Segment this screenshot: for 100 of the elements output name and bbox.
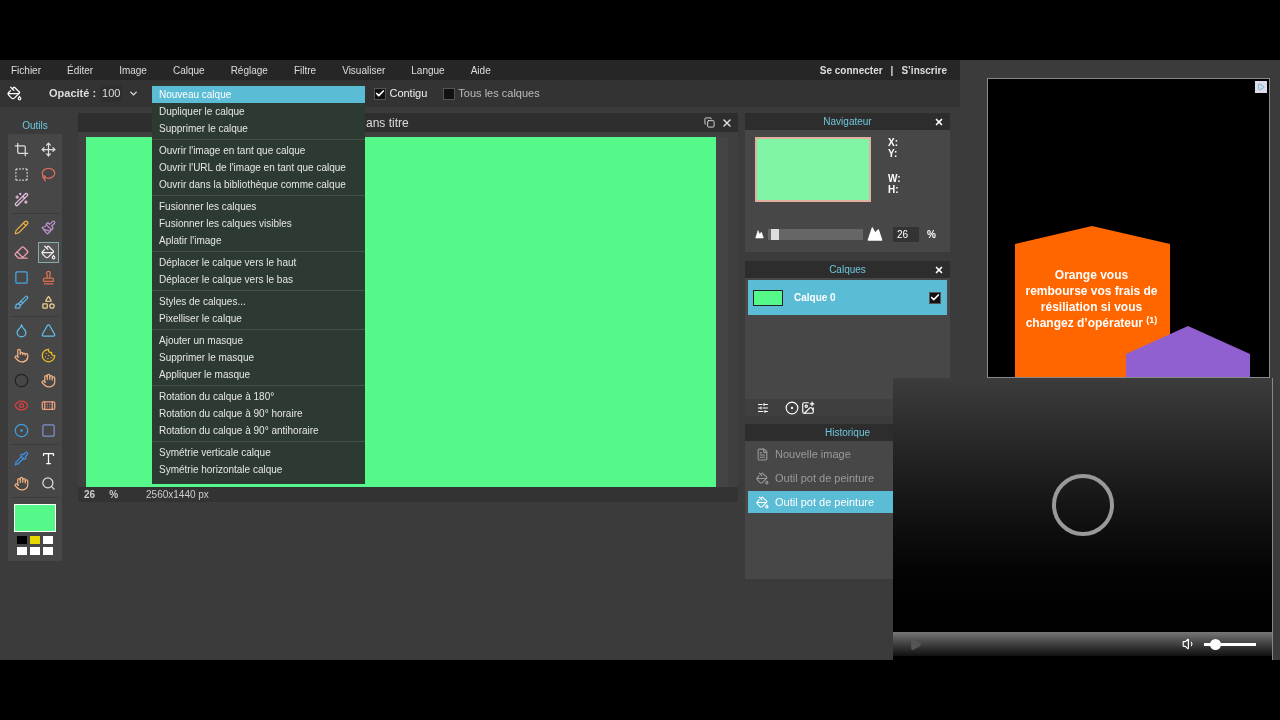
menu-option[interactable]: Aplatir l'image [152, 232, 365, 249]
checkbox[interactable] [929, 291, 941, 304]
foreground-color-swatch[interactable] [14, 504, 56, 532]
menu-item[interactable]: Visualiser [342, 62, 386, 78]
tool-button[interactable] [38, 242, 59, 263]
menu-option[interactable]: Supprimer le masque [152, 349, 365, 366]
brush-icon [41, 220, 56, 235]
option-label: Tous les calques [458, 86, 540, 102]
new-layer-icon[interactable] [801, 400, 815, 415]
checkbox[interactable] [443, 87, 456, 100]
color-swatch[interactable] [17, 547, 27, 555]
move-icon [41, 142, 56, 157]
menu-option[interactable]: Rotation du calque à 90° antihoraire [152, 422, 365, 439]
menu-option[interactable]: Symétrie verticale calque [152, 444, 365, 461]
menu-option[interactable]: Dupliquer le calque [152, 103, 365, 120]
check-icon [930, 292, 940, 303]
menu-option[interactable]: Fusionner les calques visibles [152, 215, 365, 232]
paint-bucket-icon [41, 245, 56, 260]
zoom-unit: % [109, 488, 119, 502]
opacity-field[interactable]: 100 [100, 85, 123, 102]
menu-option[interactable]: Styles de calques... [152, 293, 365, 310]
menu-option[interactable]: Pixelliser le calque [152, 310, 365, 327]
layer-thumbnail [753, 289, 783, 306]
menu-item[interactable]: Fichier [11, 62, 41, 78]
menu-option[interactable]: Rotation du calque à 90° horaire [152, 405, 365, 422]
blur-icon [14, 323, 29, 338]
menu-option[interactable]: Ouvrir dans la bibliothèque comme calque [152, 176, 365, 193]
slider-thumb[interactable] [1210, 638, 1222, 650]
crop-icon [14, 142, 29, 157]
close-icon[interactable] [934, 264, 944, 275]
history-label: Nouvelle image [775, 446, 851, 462]
menu-option[interactable]: Déplacer le calque vers le haut [152, 254, 365, 271]
coordinate-label: Y: [888, 148, 899, 159]
zoom-out-icon[interactable] [755, 229, 764, 239]
image-size: 2560x1440 px [146, 488, 209, 502]
separator-text: | [890, 63, 894, 78]
paint-bucket-icon [756, 471, 769, 485]
option-label: Contigu [389, 86, 428, 102]
zoom-icon [41, 476, 56, 491]
lasso-icon [41, 167, 56, 182]
color-swatch[interactable] [17, 536, 27, 544]
history-label: Outil pot de peinture [775, 470, 875, 486]
color-swatch[interactable] [43, 547, 53, 555]
paint-bucket-icon [756, 495, 769, 509]
menu-item[interactable]: Réglage [230, 62, 268, 78]
coordinate-label: W: [888, 173, 901, 184]
zoom-unit: % [927, 227, 936, 242]
restore-icon[interactable] [704, 117, 715, 128]
panel-title: Navigateur [823, 115, 872, 129]
panel-title: Outils [21, 119, 49, 133]
menu-item[interactable]: Langue [411, 62, 445, 78]
hand-icon [14, 476, 29, 491]
check-icon [375, 88, 386, 99]
panel-title: Historique [825, 426, 870, 440]
dropdown-caret-icon[interactable] [128, 88, 140, 99]
menu-option[interactable]: Symétrie horizontale calque [152, 461, 365, 478]
menu-option[interactable]: Appliquer le masque [152, 366, 365, 383]
marquee-icon [14, 167, 29, 182]
menu-option[interactable]: Supprimer le calque [152, 120, 365, 137]
menu-item[interactable]: Image [119, 62, 147, 78]
coordinate-label: H: [888, 184, 900, 195]
color-swatch[interactable] [30, 547, 40, 555]
menu-option[interactable]: Ouvrir l'URL de l'image en tant que calque [152, 159, 365, 176]
close-icon[interactable] [721, 116, 733, 129]
menu-option[interactable]: Rotation du calque à 180° [152, 388, 365, 405]
slider-thumb[interactable] [770, 228, 779, 240]
text-tool-icon [41, 451, 56, 466]
ad-text: Orange vous rembourse vos frais de résiliation si vous changez d’opérateur $^{(1)}$ [1024, 267, 1159, 331]
color-swatch[interactable] [30, 536, 40, 544]
account-link[interactable]: S’inscrire [901, 62, 947, 78]
layer-name: Calque 0 [794, 291, 836, 305]
zoom-in-icon[interactable] [867, 226, 883, 242]
menu-option[interactable]: Fusionner les calques [152, 198, 365, 215]
scrollbar[interactable] [716, 137, 728, 487]
adjustments-icon[interactable] [757, 401, 769, 414]
paint-bucket-icon [7, 86, 22, 101]
zoom-field[interactable]: 26 [84, 487, 96, 502]
eyedropper-icon [14, 451, 29, 466]
color-swatch[interactable] [43, 536, 53, 544]
menu-option[interactable]: Ouvrir l'image en tant que calque [152, 142, 365, 159]
close-icon[interactable] [934, 116, 944, 127]
video-player[interactable] [893, 378, 1273, 660]
menu-item[interactable]: Filtre [293, 62, 317, 78]
menu-item[interactable]: Calque [172, 62, 205, 78]
eye-icon [14, 398, 29, 413]
coordinate-label: X: [888, 137, 899, 148]
account-link[interactable]: Se connecter [819, 62, 883, 78]
magic-wand-icon [14, 192, 29, 207]
zoom-field[interactable]: 26 [893, 226, 919, 242]
panel-title: Calques [829, 263, 866, 277]
menu-item[interactable]: Éditer [67, 62, 94, 78]
opacity-label: Opacité : [49, 86, 97, 102]
menu-option[interactable]: Ajouter un masque [152, 332, 365, 349]
menu-option[interactable]: Déplacer le calque vers le bas [152, 271, 365, 288]
history-label: Outil pot de peinture [775, 494, 875, 510]
stamp-icon [41, 270, 56, 285]
checkbox[interactable] [374, 87, 387, 100]
document-icon [756, 447, 769, 461]
menu-item[interactable]: Aide [470, 62, 491, 78]
zoom-slider[interactable] [768, 228, 863, 240]
